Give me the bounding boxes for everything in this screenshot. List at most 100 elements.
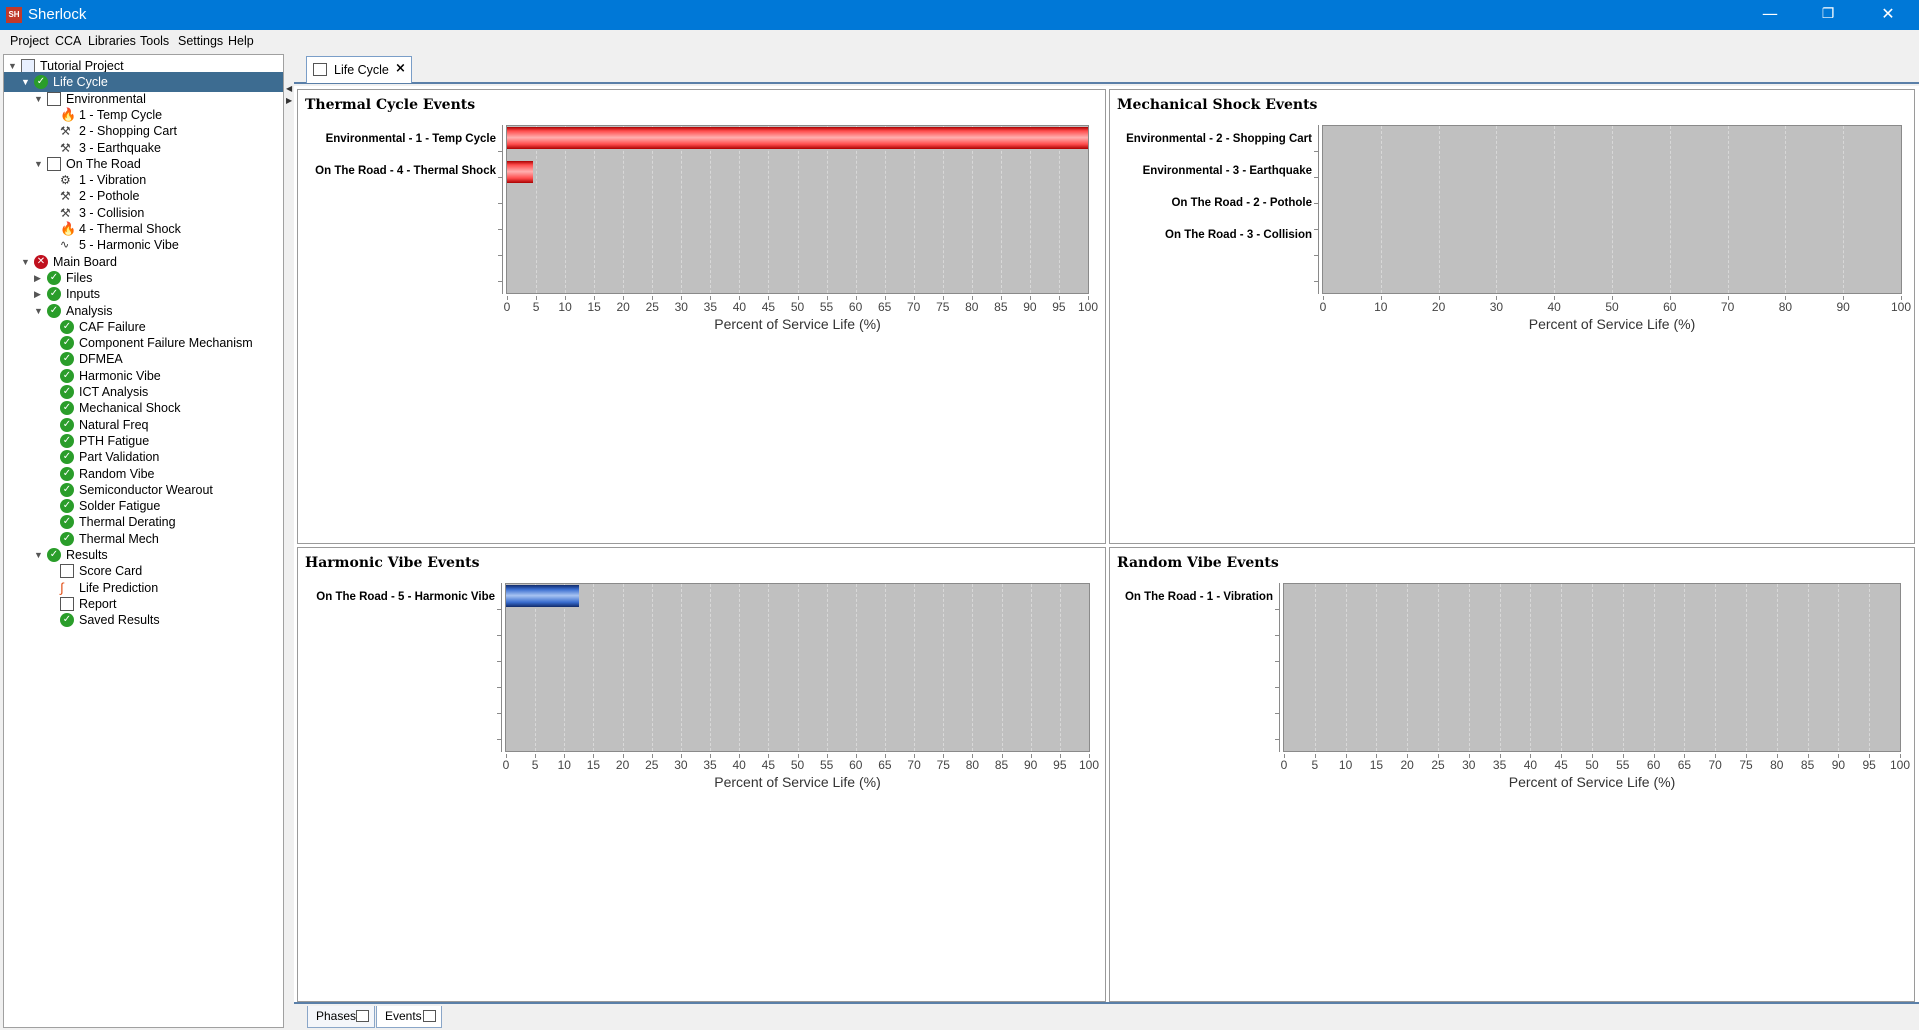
gridline (565, 126, 567, 293)
gridline (826, 584, 828, 751)
gridline (1499, 584, 1501, 751)
y-tick-mark (498, 229, 502, 230)
gridline (739, 126, 741, 293)
splitter-handle[interactable]: ◀ ▶ (285, 54, 293, 1028)
pdf-icon (60, 596, 74, 611)
x-tick-label: 55 (819, 758, 834, 772)
close-button[interactable]: ✕ (1865, 0, 1911, 30)
gridline (1030, 584, 1032, 751)
x-tick-label: 30 (1462, 758, 1476, 772)
y-tick-mark (1314, 151, 1318, 152)
menu-tools[interactable]: Tools (140, 34, 169, 48)
gridline (652, 126, 654, 293)
gridline (1684, 584, 1686, 751)
menu-help[interactable]: Help (228, 34, 254, 48)
x-tick-label: 40 (1547, 300, 1561, 314)
x-tick-label: 75 (1739, 758, 1753, 772)
gridline (535, 584, 537, 751)
table-icon (60, 564, 74, 579)
check-icon: ✓ (60, 515, 74, 530)
expand-right-icon[interactable]: ▶ (286, 96, 292, 105)
x-tick-label: 45 (761, 300, 776, 314)
x-tick-label: 100 (1077, 300, 1099, 314)
x-tick-label: 75 (936, 300, 950, 314)
x-tick-label: 20 (616, 300, 630, 314)
maximize-button[interactable]: ❐ (1805, 0, 1851, 30)
x-tick-label: 30 (674, 300, 688, 314)
x-tick-label: 15 (586, 758, 601, 772)
gridline (855, 584, 857, 751)
category-label: Environmental - 3 - Earthquake (1142, 165, 1312, 177)
x-tick-label: 70 (1708, 758, 1722, 772)
tree-item-saved-results[interactable]: ✓ Saved Results (4, 610, 283, 630)
chart-plot-area (1322, 125, 1902, 294)
gridline (1843, 126, 1845, 293)
menu-settings[interactable]: Settings (178, 34, 223, 48)
chart-plot-area (506, 125, 1089, 294)
x-tick-label: 15 (1369, 758, 1384, 772)
x-tick-label: 35 (1492, 758, 1507, 772)
x-tick-label: 85 (1800, 758, 1815, 772)
x-axis-label: Percent of Service Life (%) (714, 316, 881, 332)
x-tick-label: 60 (1646, 758, 1661, 772)
y-tick-mark (1314, 229, 1318, 230)
x-axis-label: Percent of Service Life (%) (1508, 774, 1676, 790)
gridline (1000, 126, 1002, 293)
y-tick-mark (1275, 609, 1279, 610)
category-label: On The Road - 5 - Harmonic Vibe (316, 591, 495, 603)
y-tick-mark (1314, 281, 1318, 282)
tab-close-icon[interactable]: × (395, 61, 406, 76)
gridline (1438, 126, 1440, 293)
tab-label: Life Cycle (334, 63, 389, 77)
y-axis (1279, 583, 1280, 752)
y-tick-mark (498, 281, 502, 282)
y-tick-mark (1275, 713, 1279, 714)
collapse-left-icon[interactable]: ◀ (286, 84, 292, 93)
y-axis (1318, 125, 1319, 294)
x-tick-label: 40 (1523, 758, 1538, 772)
gridline (942, 126, 944, 293)
x-tick-label: 80 (1770, 758, 1784, 772)
x-tick-label: 30 (1489, 300, 1504, 314)
x-tick-label: 65 (1677, 758, 1692, 772)
gridline (1669, 126, 1671, 293)
y-tick-mark (498, 151, 502, 152)
x-tick-label: 90 (1023, 300, 1037, 314)
x-tick-label: 10 (558, 300, 572, 314)
check-icon: ✓ (47, 548, 61, 562)
x-axis-label: Percent of Service Life (%) (1528, 316, 1696, 332)
x-tick-label: 70 (907, 758, 921, 772)
gridline (594, 126, 596, 293)
project-tree[interactable]: ▼ Tutorial Project ▼ ✓ Life Cycle ▼ Environmen… (3, 54, 284, 1028)
gridline (914, 584, 916, 751)
gridline (564, 584, 566, 751)
y-tick-mark (497, 661, 501, 662)
gridline (1838, 584, 1840, 751)
tab-phases[interactable]: Phases (307, 1006, 375, 1028)
bar-on-the-road-5-harmonic-vibe (506, 585, 579, 607)
x-tick-label: 80 (965, 300, 979, 314)
menu-cca[interactable]: CCA (55, 34, 81, 48)
chart-plot-area (505, 583, 1090, 752)
x-tick-label: 50 (790, 300, 805, 314)
tab-life-cycle[interactable]: Life Cycle × (306, 56, 412, 83)
gridline (536, 126, 538, 293)
folder-icon (21, 59, 35, 73)
menu-libraries[interactable]: Libraries (88, 34, 136, 48)
wave-icon: ∿ (60, 239, 70, 252)
x-tick-label: 60 (1663, 300, 1677, 314)
tab-phases-label: Phases (316, 1009, 357, 1023)
tab-events[interactable]: Events (376, 1006, 442, 1028)
bottom-tab-strip: Phases Events (294, 1002, 1919, 1030)
x-tick-label: 70 (907, 300, 921, 314)
y-tick-mark (498, 177, 502, 178)
gridline (622, 584, 624, 751)
gridline (768, 126, 770, 293)
menu-project[interactable]: Project (10, 34, 49, 48)
gridline (797, 584, 799, 751)
x-tick-label: 35 (703, 758, 717, 772)
gridline (1561, 584, 1563, 751)
x-tick-label: 65 (877, 300, 892, 314)
minimize-button[interactable]: — (1747, 0, 1793, 30)
x-tick-label: 90 (1836, 300, 1850, 314)
